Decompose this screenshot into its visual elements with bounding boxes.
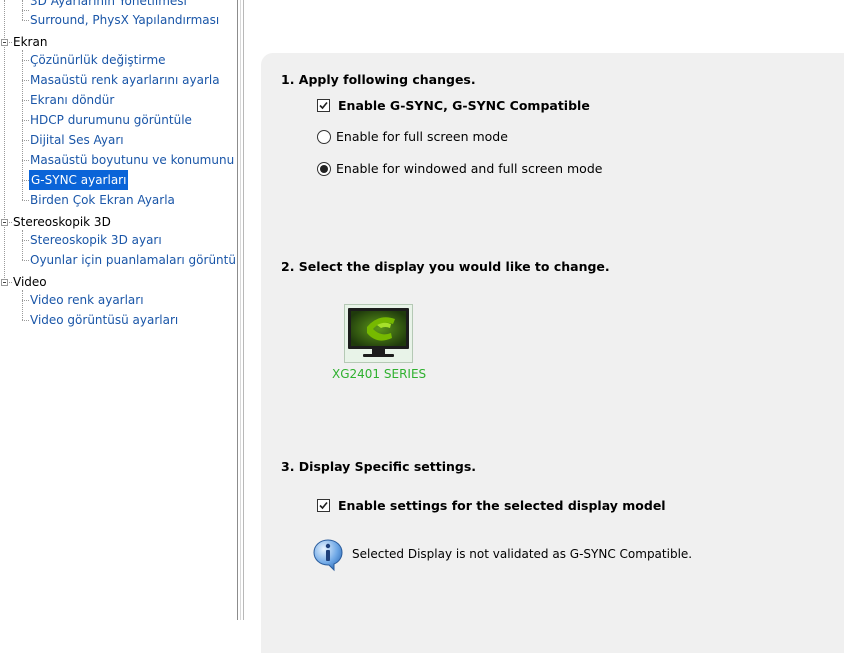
tree-guide-line [22, 10, 23, 20]
info-icon [313, 539, 343, 572]
tree-guide-line [22, 50, 23, 200]
tree-guide-line [22, 260, 29, 261]
enable-gsync-label[interactable]: Enable G-SYNC, G-SYNC Compatible [338, 97, 590, 115]
tree-guide-line [22, 10, 29, 11]
section1-heading: 1. Apply following changes. [281, 72, 476, 87]
tree-guide-line [22, 80, 29, 81]
tree-guide-line [22, 230, 23, 260]
tree-guide-line [22, 60, 29, 61]
collapse-icon[interactable] [1, 219, 8, 226]
tree-guide-line [22, 160, 29, 161]
tree-item-change-resolution[interactable]: Çözünürlük değiştirme [30, 50, 166, 70]
tree-item-digital-audio[interactable]: Dijital Ses Ayarı [30, 130, 124, 150]
radio-full-screen-label[interactable]: Enable for full screen mode [336, 128, 508, 146]
display-name-label[interactable]: XG2401 SERIES [332, 367, 426, 381]
pane-splitter[interactable] [237, 0, 244, 620]
enable-display-settings-label[interactable]: Enable settings for the selected display… [338, 497, 666, 515]
navigation-tree: 3D Ayarlarının Yönetilmesi Surround, Phy… [0, 0, 237, 620]
tree-guide-line [22, 200, 29, 201]
tree-item-desktop-color[interactable]: Masaüstü renk ayarlarını ayarla [30, 70, 220, 90]
checkmark-icon [319, 501, 328, 510]
tree-category-stereoscopic[interactable]: Stereoskopik 3D [13, 212, 111, 232]
display-monitor-button[interactable] [344, 304, 413, 363]
tree-item-desktop-size-position[interactable]: Masaüstü boyutunu ve konumunu ayarla [30, 150, 235, 170]
tree-guide-line [22, 240, 29, 241]
tree-guide-line [22, 0, 23, 10]
tree-guide-line [22, 320, 29, 321]
tree-guide-line [22, 140, 29, 141]
tree-guide-line [22, 100, 29, 101]
tree-item-surround-physx[interactable]: Surround, PhysX Yapılandırması [30, 10, 219, 30]
collapse-icon[interactable] [1, 39, 8, 46]
section2-heading: 2. Select the display you would like to … [281, 259, 610, 274]
tree-item-gsync-settings[interactable]: G-SYNC ayarları [29, 170, 129, 190]
radio-windowed-full-screen-mode[interactable] [317, 162, 331, 176]
tree-item-video-image[interactable]: Video görüntüsü ayarları [30, 310, 178, 330]
section3-heading: 3. Display Specific settings. [281, 459, 477, 474]
tree-guide-line [22, 300, 29, 301]
tree-guide-line [22, 120, 29, 121]
tree-guide-line [22, 180, 29, 181]
radio-windowed-full-screen-label[interactable]: Enable for windowed and full screen mode [336, 160, 602, 178]
enable-gsync-checkbox[interactable] [317, 99, 330, 112]
tree-item-video-color[interactable]: Video renk ayarları [30, 290, 144, 310]
radio-full-screen-mode[interactable] [317, 130, 331, 144]
tree-item-game-ratings[interactable]: Oyunlar için puanlamaları görüntüle [30, 250, 237, 270]
collapse-icon[interactable] [1, 279, 8, 286]
tree-guide-line [22, 290, 23, 320]
monitor-icon [348, 308, 409, 357]
tree-item-multiple-displays[interactable]: Birden Çok Ekran Ayarla [30, 190, 175, 210]
tree-category-display[interactable]: Ekran [13, 32, 47, 52]
tree-category-video[interactable]: Video [13, 272, 47, 292]
checkmark-icon [319, 101, 328, 110]
tree-item-hdcp-status[interactable]: HDCP durumunu görüntüle [30, 110, 192, 130]
info-message: Selected Display is not validated as G-S… [352, 547, 693, 561]
tree-item-rotate-display[interactable]: Ekranı döndür [30, 90, 114, 110]
enable-display-settings-checkbox[interactable] [317, 499, 330, 512]
tree-item-stereoscopic-settings[interactable]: Stereoskopik 3D ayarı [30, 230, 162, 250]
tree-guide-line [22, 20, 29, 21]
